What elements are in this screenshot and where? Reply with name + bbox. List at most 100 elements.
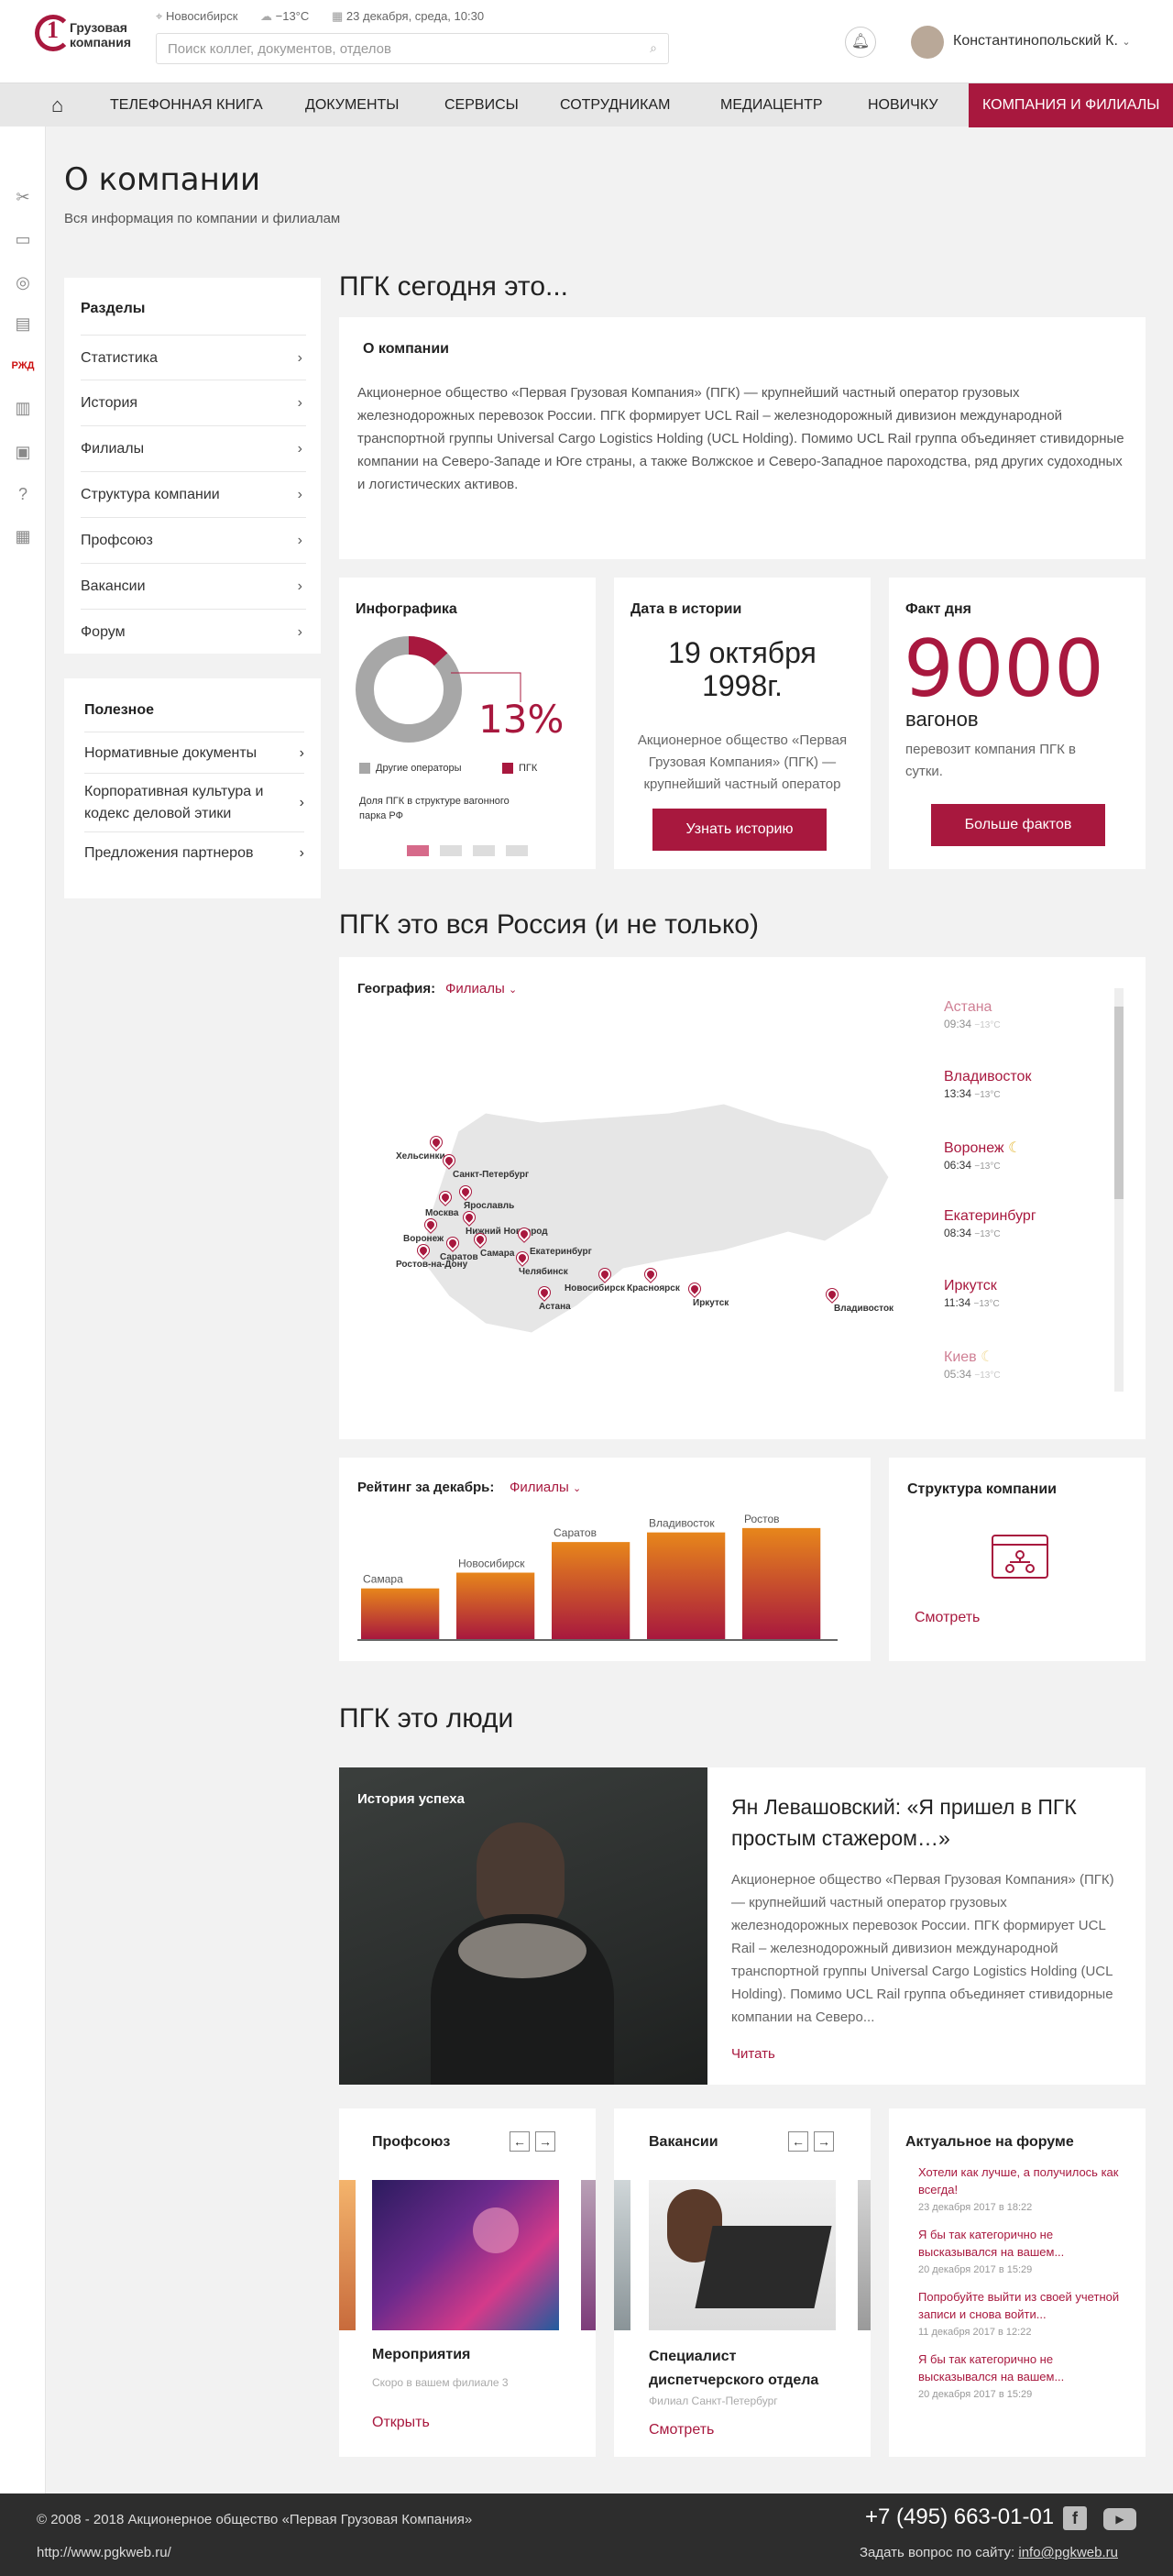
- logo-text-line2: компания: [70, 35, 132, 50]
- map-label: Ростов-на-Дону: [396, 1260, 468, 1270]
- rating-select[interactable]: Филиалы ⌄: [510, 1480, 581, 1495]
- useful-item-label: Корпоративная культура и кодекс деловой …: [84, 784, 264, 821]
- rating-bar[interactable]: [742, 1527, 821, 1639]
- story-read-link[interactable]: Читать: [731, 2046, 775, 2062]
- menu-item-union[interactable]: Профсоюз ›: [81, 518, 306, 564]
- rating-bar[interactable]: [361, 1588, 440, 1639]
- location[interactable]: ⌖ Новосибирск: [156, 9, 237, 24]
- forum-post[interactable]: Попробуйте выйти из своей учетной записи…: [918, 2288, 1129, 2338]
- slider-dot[interactable]: [473, 845, 495, 856]
- next-arrow-icon[interactable]: →: [535, 2131, 555, 2152]
- city-row[interactable]: Екатеринбург 08:34 −13°С: [944, 1208, 1091, 1239]
- vacancy-item-image[interactable]: [649, 2180, 836, 2330]
- rzd-icon[interactable]: РЖД: [9, 352, 37, 380]
- inbox-icon[interactable]: ▭: [9, 226, 37, 253]
- vacancy-open-link[interactable]: Смотреть: [649, 2422, 714, 2438]
- bell-icon[interactable]: 🔔︎: [845, 27, 876, 58]
- forum-post[interactable]: Я бы так категорично не высказывался на …: [918, 2226, 1129, 2275]
- about-card: О компании Акционерное общество «Первая …: [339, 317, 1146, 559]
- union-card: Профсоюз ← → Мероприятия Скоро в вашем ф…: [339, 2108, 596, 2457]
- city-list-scrollbar[interactable]: [1114, 988, 1124, 1392]
- org-chart-icon: [992, 1535, 1048, 1579]
- city-row[interactable]: Киев ☾ 05:34 −13°С: [944, 1348, 1091, 1381]
- carousel-next-image[interactable]: [581, 2180, 596, 2330]
- menu-item-vacancies[interactable]: Вакансии ›: [81, 564, 306, 610]
- search-icon[interactable]: ⌕: [650, 40, 657, 56]
- book-icon[interactable]: ▣: [9, 438, 37, 466]
- tools-icon[interactable]: ✂: [9, 183, 37, 211]
- city-row[interactable]: Воронеж ☾ 06:34 −13°С: [944, 1139, 1091, 1172]
- fact-button[interactable]: Больше фактов: [931, 804, 1105, 846]
- russia-heading: ПГК это вся Россия (и не только): [339, 909, 759, 940]
- menu-item-structure[interactable]: Структура компании ›: [81, 472, 306, 518]
- nav-item-phonebook[interactable]: ТЕЛЕФОННАЯ КНИГА: [110, 83, 263, 127]
- nav-item-employees[interactable]: СОТРУДНИКАМ: [560, 83, 670, 127]
- search-input[interactable]: [157, 34, 615, 63]
- structure-link[interactable]: Смотреть: [915, 1610, 980, 1626]
- city-temp: −13°С: [974, 1161, 1001, 1172]
- city-row[interactable]: Владивосток 13:34 −13°С: [944, 1069, 1091, 1100]
- slider-dot-active[interactable]: [407, 845, 429, 856]
- menu-item-forum[interactable]: Форум ›: [81, 610, 306, 655]
- avatar[interactable]: [911, 26, 944, 59]
- search-box: ⌕: [156, 33, 669, 64]
- rating-bar[interactable]: [456, 1572, 535, 1639]
- city-row[interactable]: Астана 09:34 −13°С: [944, 999, 1091, 1030]
- union-open-link[interactable]: Открыть: [372, 2415, 430, 2431]
- forum-post[interactable]: Хотели как лучше, а получилось как всегд…: [918, 2163, 1129, 2213]
- city-row[interactable]: Иркутск 11:34 −13°С: [944, 1278, 1091, 1309]
- story-photo[interactable]: История успеха: [339, 1767, 707, 2085]
- scrollbar-thumb[interactable]: [1114, 1007, 1124, 1199]
- cloud-icon: ☁: [260, 9, 272, 23]
- useful-item-docs[interactable]: Нормативные документы ›: [84, 732, 304, 774]
- image-light: [473, 2207, 519, 2253]
- carousel-next-image[interactable]: [858, 2180, 871, 2330]
- city-temp: −13°С: [974, 1371, 1001, 1381]
- menu-item-history[interactable]: История ›: [81, 380, 306, 426]
- carousel-prev-image[interactable]: [614, 2180, 630, 2330]
- home-icon[interactable]: ⌂: [51, 83, 63, 127]
- union-item-title[interactable]: Мероприятия: [372, 2347, 470, 2363]
- menu-item-statistics[interactable]: Статистика ›: [81, 335, 306, 380]
- carousel-prev-image[interactable]: [339, 2180, 356, 2330]
- slider-dot[interactable]: [440, 845, 462, 856]
- footer-url[interactable]: http://www.pgkweb.ru/: [37, 2545, 171, 2560]
- useful-item-partners[interactable]: Предложения партнеров ›: [84, 832, 304, 875]
- footer-email[interactable]: info@pgkweb.ru: [1018, 2545, 1118, 2560]
- slider-dot[interactable]: [506, 845, 528, 856]
- menu-item-branches[interactable]: Филиалы ›: [81, 426, 306, 472]
- rating-bar[interactable]: [552, 1542, 630, 1639]
- vacancy-item-title[interactable]: Специалист диспетчерского отдела: [649, 2345, 850, 2393]
- map-label: Самара: [480, 1249, 515, 1259]
- nav-item-services[interactable]: СЕРВИСЫ: [444, 83, 519, 127]
- history-button[interactable]: Узнать историю: [652, 809, 827, 851]
- next-arrow-icon[interactable]: →: [814, 2131, 834, 2152]
- building-icon[interactable]: ▦: [9, 523, 37, 550]
- story-title[interactable]: Ян Левашовский: «Я пришел в ПГК простым …: [731, 1791, 1125, 1854]
- nav-item-newcomer[interactable]: НОВИЧКУ: [868, 83, 938, 127]
- headset-icon[interactable]: ◎: [9, 269, 37, 296]
- document-icon[interactable]: ▤: [9, 310, 37, 337]
- quick-rail: ✂ ▭ ◎ ▤ РЖД ▥ ▣ ? ▦: [0, 127, 46, 2493]
- prev-arrow-icon[interactable]: ←: [788, 2131, 808, 2152]
- nav-item-documents[interactable]: ДОКУМЕНТЫ: [305, 83, 399, 127]
- nav-item-mediacenter[interactable]: МЕДИАЦЕНТР: [720, 83, 823, 127]
- prev-arrow-icon[interactable]: ←: [510, 2131, 530, 2152]
- forum-post[interactable]: Я бы так категорично не высказывался на …: [918, 2350, 1129, 2400]
- youtube-icon[interactable]: ▶: [1103, 2508, 1136, 2530]
- geo-select[interactable]: Филиалы ⌄: [445, 981, 517, 996]
- user-menu[interactable]: Константинопольский К. ⌄: [953, 33, 1131, 50]
- useful-item-culture[interactable]: Корпоративная культура и кодекс деловой …: [84, 774, 304, 832]
- list-icon[interactable]: ▥: [9, 394, 37, 422]
- forum-post-text: Я бы так категорично не высказывался на …: [918, 2228, 1065, 2259]
- union-item-image[interactable]: [372, 2180, 559, 2330]
- rating-bar[interactable]: [647, 1532, 726, 1639]
- rating-bar-label: Самара: [363, 1573, 403, 1586]
- nav-item-company[interactable]: КОМПАНИЯ И ФИЛИАЛЫ: [969, 83, 1173, 127]
- footer-phone[interactable]: +7 (495) 663-01-01: [865, 2504, 1054, 2530]
- history-date-line2: 1998г.: [702, 669, 783, 702]
- help-icon[interactable]: ?: [9, 480, 37, 508]
- facebook-icon[interactable]: f: [1063, 2506, 1087, 2530]
- map-label: Санкт-Петербург: [453, 1170, 530, 1180]
- logo[interactable]: 1 Грузовая компания: [33, 11, 134, 66]
